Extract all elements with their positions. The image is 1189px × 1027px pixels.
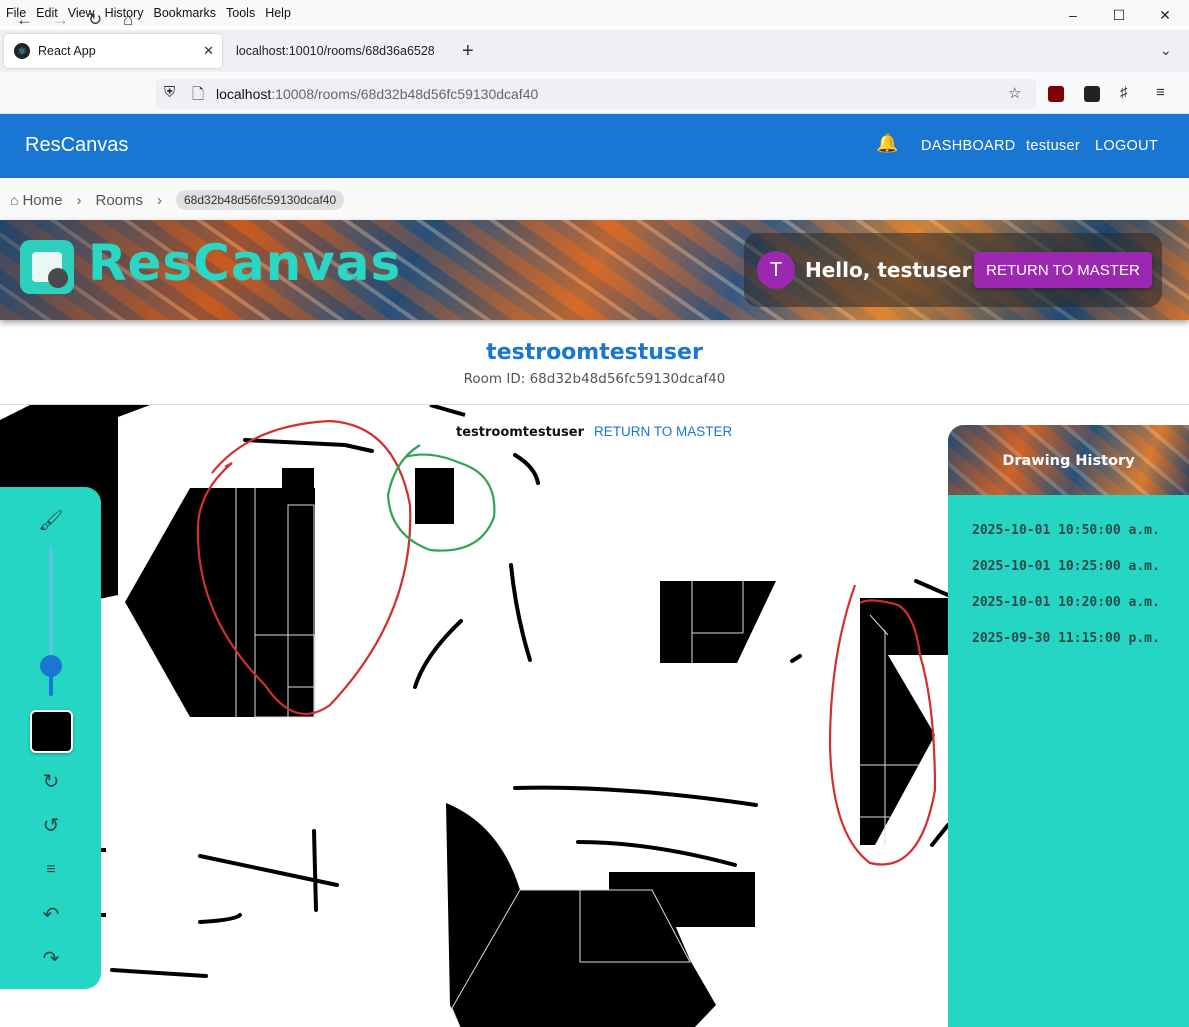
return-to-master-button[interactable]: RETURN TO MASTER (974, 252, 1152, 288)
canvas-room-title: testroomtestuser (456, 425, 585, 440)
history-item[interactable]: 2025-10-01 10:50:00 a.m. (972, 523, 1160, 538)
back-icon[interactable]: ← (16, 10, 33, 30)
close-tab-icon[interactable]: ✕ (203, 43, 214, 59)
canvas-return-link[interactable]: RETURN TO MASTER (594, 424, 732, 439)
app-brand[interactable]: ResCanvas (25, 134, 128, 157)
close-window-icon[interactable]: ✕ (1142, 0, 1188, 30)
app-bar: ResCanvas 🔔 DASHBOARD testuser LOGOUT (0, 114, 1189, 178)
tab-title: localhost:10010/rooms/68d36a6528 (236, 44, 435, 58)
drawing-canvas[interactable] (0, 405, 948, 1027)
lines-icon[interactable]: ≡ (38, 857, 64, 883)
page-icon[interactable]: 🗋 (192, 84, 204, 109)
history-panel: Drawing History 2025-10-01 10:50:00 a.m.… (948, 425, 1189, 1027)
tab-list-chevron-icon[interactable]: ⌄ (1160, 42, 1172, 59)
url-host: localhost (216, 86, 272, 102)
brush-icon[interactable]: 🖌 (38, 507, 64, 533)
home-crumb-icon[interactable]: ⌂ (10, 192, 18, 208)
menu-bookmarks[interactable]: Bookmarks (153, 6, 216, 20)
menu-hamburger-icon[interactable]: ≡ (1156, 84, 1165, 101)
crumb-rooms[interactable]: Rooms (95, 192, 143, 209)
react-icon: ⚛ (14, 43, 30, 59)
history-icon[interactable]: ↺ (38, 812, 64, 838)
room-id: Room ID: 68d32b48d56fc59130dcaf40 (463, 371, 726, 387)
reload-icon[interactable]: ↻ (88, 10, 102, 30)
user-link[interactable]: testuser (1026, 138, 1080, 154)
chevron-right-icon: › (76, 191, 82, 209)
avatar[interactable]: T (757, 251, 795, 289)
bell-icon[interactable]: 🔔 (876, 133, 898, 154)
menu-tools[interactable]: Tools (226, 6, 255, 20)
menu-help[interactable]: Help (265, 6, 291, 20)
history-item[interactable]: 2025-10-01 10:25:00 a.m. (972, 559, 1160, 574)
logout-link[interactable]: LOGOUT (1095, 138, 1158, 154)
crumb-home[interactable]: Home (22, 192, 62, 209)
minimize-icon[interactable]: – (1050, 0, 1096, 30)
redo-icon[interactable]: ↷ (38, 945, 64, 971)
refresh-icon[interactable]: ↻ (38, 768, 64, 794)
extension-icon[interactable] (1084, 86, 1100, 102)
dashboard-link[interactable]: DASHBOARD (921, 138, 1016, 154)
url-bar[interactable]: localhost:10008/rooms/68d32b48d56fc59130… (156, 79, 1036, 109)
undo-icon[interactable]: ↶ (38, 901, 64, 927)
ublock-icon[interactable] (1048, 86, 1064, 102)
breadcrumb: ⌂ Home › Rooms › 68d32b48d56fc59130dcaf4… (0, 180, 1189, 220)
url-path: :10008/rooms/68d32b48d56fc59130dcaf40 (271, 86, 539, 102)
room-title: testroomtestuser (486, 340, 703, 365)
maximize-icon[interactable]: ☐ (1096, 0, 1142, 30)
menu-bar: File Edit View History Bookmarks Tools H… (0, 0, 1189, 26)
crumb-current-room: 68d32b48d56fc59130dcaf40 (176, 190, 345, 210)
new-tab-icon[interactable]: + (462, 40, 474, 63)
shield-icon[interactable]: ⛨ (164, 84, 175, 101)
tab-strip: ⚛ React App ✕ localhost:10010/rooms/68d3… (0, 30, 1189, 72)
logo-icon (20, 240, 74, 294)
brush-size-slider[interactable] (40, 655, 62, 677)
home-icon[interactable]: ⌂ (123, 10, 133, 30)
logo-text: ResCanvas (88, 234, 402, 292)
extensions-puzzle-icon[interactable]: ♯ (1120, 84, 1128, 101)
history-item[interactable]: 2025-10-01 10:20:00 a.m. (972, 595, 1160, 610)
tab-title: React App (38, 44, 96, 58)
chevron-right-icon: › (157, 191, 162, 209)
color-swatch[interactable] (30, 710, 73, 753)
forward-icon[interactable]: → (52, 10, 69, 30)
bookmark-star-icon[interactable]: ☆ (1008, 84, 1021, 102)
greeting-text: Hello, testuser (805, 258, 972, 282)
history-item[interactable]: 2025-09-30 11:15:00 p.m. (972, 631, 1160, 646)
tab-react-app[interactable]: ⚛ React App ✕ (4, 34, 222, 68)
tab-localhost[interactable]: localhost:10010/rooms/68d36a6528 (226, 34, 454, 68)
history-title: Drawing History (1002, 453, 1135, 469)
canvas-drawing (0, 405, 948, 1027)
